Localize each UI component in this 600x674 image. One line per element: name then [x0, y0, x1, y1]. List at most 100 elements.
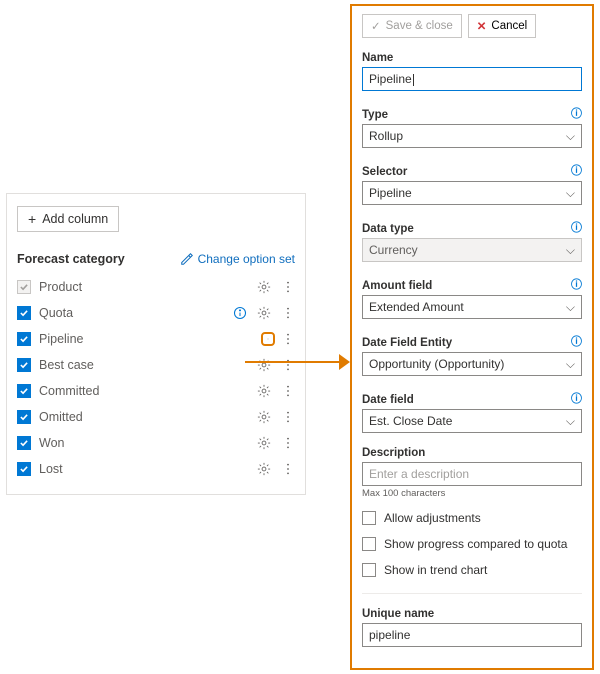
- row-label: Committed: [39, 384, 257, 398]
- add-column-button[interactable]: + Add column: [17, 206, 119, 232]
- info-icon[interactable]: [233, 306, 247, 320]
- row-actions: [257, 462, 295, 476]
- row-checkbox: [17, 280, 31, 294]
- show-trend-label: Show in trend chart: [384, 563, 487, 577]
- category-row: Quota: [17, 300, 295, 326]
- plus-icon: +: [28, 212, 36, 226]
- gear-icon[interactable]: [257, 306, 271, 320]
- more-icon[interactable]: [281, 410, 295, 424]
- category-row: Lost: [17, 456, 295, 482]
- show-progress-checkbox[interactable]: Show progress compared to quota: [362, 537, 582, 551]
- chevron-down-icon: ⌵: [566, 243, 575, 258]
- row-checkbox[interactable]: [17, 410, 31, 424]
- row-actions: [233, 306, 295, 320]
- info-icon[interactable]: ⓘ: [571, 390, 582, 406]
- chevron-down-icon: ⌵: [566, 357, 575, 372]
- gear-icon[interactable]: [257, 462, 271, 476]
- chevron-down-icon: ⌵: [566, 300, 575, 315]
- amount-field-label: Amount field: [362, 280, 432, 292]
- more-icon[interactable]: [281, 462, 295, 476]
- category-row: Pipeline: [17, 326, 295, 352]
- row-actions: [257, 410, 295, 424]
- checkmark-icon: ✓: [371, 19, 381, 33]
- show-progress-label: Show progress compared to quota: [384, 537, 567, 551]
- save-close-button[interactable]: ✓ Save & close: [362, 14, 462, 38]
- amount-field-value: Extended Amount: [369, 300, 464, 314]
- row-checkbox[interactable]: [17, 384, 31, 398]
- gear-icon[interactable]: [257, 280, 271, 294]
- date-entity-select[interactable]: Opportunity (Opportunity) ⌵: [362, 352, 582, 376]
- date-entity-value: Opportunity (Opportunity): [369, 357, 504, 371]
- more-icon[interactable]: [281, 280, 295, 294]
- type-select[interactable]: Rollup ⌵: [362, 124, 582, 148]
- data-type-value: Currency: [369, 243, 418, 257]
- selector-select[interactable]: Pipeline ⌵: [362, 181, 582, 205]
- pencil-icon: [180, 252, 194, 266]
- more-icon[interactable]: [281, 306, 295, 320]
- save-close-label: Save & close: [386, 20, 453, 32]
- row-checkbox[interactable]: [17, 358, 31, 372]
- row-checkbox[interactable]: [17, 462, 31, 476]
- selector-label: Selector: [362, 166, 407, 178]
- row-label: Won: [39, 436, 257, 450]
- gear-icon[interactable]: [257, 384, 271, 398]
- allow-adj-label: Allow adjustments: [384, 511, 481, 525]
- date-field-value: Est. Close Date: [369, 414, 452, 428]
- allow-adjustments-checkbox[interactable]: Allow adjustments: [362, 511, 582, 525]
- date-field-label: Date field: [362, 394, 414, 406]
- chevron-down-icon: ⌵: [566, 129, 575, 144]
- change-option-set-link[interactable]: Change option set: [180, 252, 295, 266]
- row-label: Lost: [39, 462, 257, 476]
- row-label: Quota: [39, 306, 233, 320]
- row-label: Pipeline: [39, 332, 265, 346]
- gear-icon[interactable]: [257, 436, 271, 450]
- selector-value: Pipeline: [369, 186, 412, 200]
- cancel-button[interactable]: ✕ Cancel: [468, 14, 536, 38]
- row-checkbox[interactable]: [17, 436, 31, 450]
- row-label: Best case: [39, 358, 257, 372]
- name-field[interactable]: Pipeline: [362, 67, 582, 91]
- more-icon[interactable]: [281, 436, 295, 450]
- unique-name-field[interactable]: pipeline: [362, 623, 582, 647]
- category-row: Committed: [17, 378, 295, 404]
- more-icon[interactable]: [281, 384, 295, 398]
- row-checkbox[interactable]: [17, 332, 31, 346]
- info-icon[interactable]: ⓘ: [571, 333, 582, 349]
- info-icon[interactable]: ⓘ: [571, 105, 582, 121]
- gear-icon[interactable]: [257, 410, 271, 424]
- show-trend-checkbox[interactable]: Show in trend chart: [362, 563, 582, 577]
- data-type-select: Currency ⌵: [362, 238, 582, 262]
- close-icon: ✕: [477, 19, 487, 33]
- category-title: Forecast category: [17, 252, 125, 266]
- date-entity-label: Date Field Entity: [362, 337, 452, 349]
- type-value: Rollup: [369, 129, 403, 143]
- description-label: Description: [362, 447, 425, 459]
- more-icon[interactable]: [281, 332, 295, 346]
- checkbox-icon: [362, 563, 376, 577]
- data-type-label: Data type: [362, 223, 414, 235]
- date-field-select[interactable]: Est. Close Date ⌵: [362, 409, 582, 433]
- info-icon[interactable]: ⓘ: [571, 219, 582, 235]
- description-hint: Max 100 characters: [362, 488, 582, 499]
- row-label: Omitted: [39, 410, 257, 424]
- row-checkbox[interactable]: [17, 306, 31, 320]
- column-properties-panel: ✓ Save & close ✕ Cancel Name Pipeline Ty…: [350, 4, 594, 670]
- info-icon[interactable]: ⓘ: [571, 162, 582, 178]
- chevron-down-icon: ⌵: [566, 186, 575, 201]
- category-row: Won: [17, 430, 295, 456]
- row-actions: [257, 436, 295, 450]
- name-label: Name: [362, 52, 393, 64]
- name-value: Pipeline: [369, 72, 412, 86]
- info-icon[interactable]: ⓘ: [571, 276, 582, 292]
- add-column-label: Add column: [42, 212, 108, 226]
- gear-icon[interactable]: [261, 332, 275, 346]
- description-field[interactable]: Enter a description: [362, 462, 582, 486]
- row-actions: [257, 280, 295, 294]
- row-label: Product: [39, 280, 257, 294]
- cancel-label: Cancel: [491, 20, 527, 32]
- checkbox-icon: [362, 511, 376, 525]
- amount-field-select[interactable]: Extended Amount ⌵: [362, 295, 582, 319]
- unique-name-value: pipeline: [369, 628, 410, 642]
- change-option-label: Change option set: [198, 252, 295, 266]
- type-label: Type: [362, 109, 388, 121]
